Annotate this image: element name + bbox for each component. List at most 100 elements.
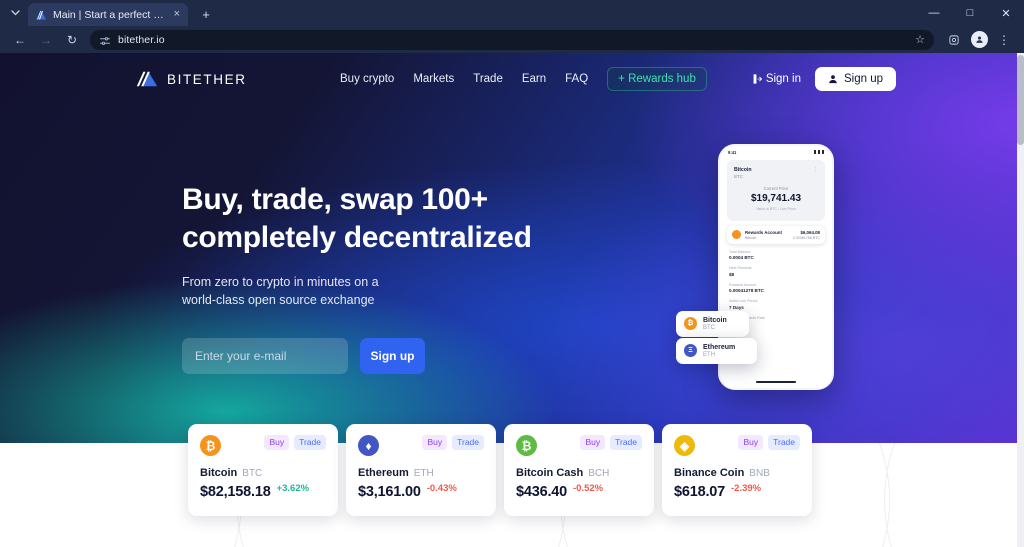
price-card-binance-coin[interactable]: ◈ Buy Trade Binance Coin BNB $618.07 -2.…: [662, 424, 812, 516]
close-icon[interactable]: ×: [172, 9, 182, 20]
hero-subtitle-line2: world-class open source exchange: [182, 292, 375, 307]
coin-symbol: BTC: [242, 468, 263, 479]
maximize-icon[interactable]: □: [952, 0, 988, 26]
coin-identity: Bitcoin Cash BCH: [516, 467, 642, 479]
sign-up-label: Sign up: [843, 73, 883, 85]
phone-rewards-values: $6,064.08 0.30381756 BTC: [793, 230, 820, 240]
hero-signup-button[interactable]: Sign up: [360, 337, 425, 374]
hero-content: Buy, trade, swap 100+ completely decentr…: [182, 181, 532, 374]
phone-current-price-label: Current Price: [763, 186, 789, 191]
bookmark-star-icon[interactable]: ☆: [915, 33, 925, 46]
buy-button[interactable]: Buy: [422, 435, 448, 450]
email-input[interactable]: [182, 337, 348, 374]
address-bar[interactable]: bitether.io ☆: [90, 29, 934, 50]
coin-change: +3.62%: [276, 483, 310, 494]
coin-name: Bitcoin Cash: [516, 467, 584, 479]
more-options-icon[interactable]: ⋮: [813, 167, 818, 173]
floating-card-symbol: BTC: [703, 324, 715, 331]
coin-price: $82,158.18: [200, 484, 271, 500]
phone-price-card: ⋮ Bitcoin BTC Current Price $19,741.43 V…: [727, 160, 825, 221]
sign-up-button[interactable]: Sign up: [814, 67, 896, 91]
brand-logo[interactable]: BITETHER: [136, 71, 247, 87]
buy-button[interactable]: Buy: [580, 435, 606, 450]
nav-item-buy-crypto[interactable]: Buy crypto: [340, 73, 394, 85]
chrome-menu-icon[interactable]: ⋮: [992, 29, 1016, 51]
floating-card-name: Bitcoin: [703, 317, 727, 324]
phone-rewards-row[interactable]: Rewards Account Bitcoin $6,064.08 0.3038…: [727, 226, 825, 244]
coin-identity: Binance Coin BNB: [674, 467, 800, 479]
back-icon[interactable]: ←: [8, 29, 32, 51]
nav-item-trade[interactable]: Trade: [473, 73, 503, 85]
floating-card-bitcoin[interactable]: ₿ Bitcoin BTC: [676, 311, 749, 337]
coin-symbol: BNB: [749, 468, 770, 479]
price-card-bitcoin-cash[interactable]: ₿ Buy Trade Bitcoin Cash BCH $436.40 -0.…: [504, 424, 654, 516]
price-card-actions: Buy Trade: [580, 435, 642, 450]
ethereum-icon: Ξ: [684, 344, 697, 358]
bitcoin-icon: ₿: [684, 317, 697, 331]
decorative-arc: [884, 443, 1024, 547]
trade-button[interactable]: Trade: [610, 435, 642, 450]
coin-name: Ethereum: [358, 467, 409, 479]
tab-title: Main | Start a perfect journey: [53, 8, 166, 21]
coin-price-row: $618.07 -2.39%: [674, 483, 800, 500]
price-card-header: ◈ Buy Trade: [674, 435, 800, 456]
tab-strip: Main | Start a perfect journey × + — □ ✕: [0, 0, 1024, 26]
user-icon: [829, 75, 837, 84]
ethereum-icon: ♦: [358, 435, 379, 456]
extensions-icon[interactable]: [942, 29, 966, 51]
nav-item-earn[interactable]: Earn: [522, 73, 546, 85]
binance-coin-icon: ◈: [674, 435, 695, 456]
site-navbar: BITETHER Buy crypto Markets Trade Earn F…: [0, 53, 1024, 105]
buy-button[interactable]: Buy: [264, 435, 290, 450]
sign-in-button[interactable]: Sign in: [753, 73, 801, 85]
bitether-logo-icon: [34, 8, 47, 21]
price-card-bitcoin[interactable]: ₿ Buy Trade Bitcoin BTC $82,158.18 +3.62…: [188, 424, 338, 516]
buy-button[interactable]: Buy: [738, 435, 764, 450]
bitcoin-icon: ₿: [200, 435, 221, 456]
profile-avatar[interactable]: [967, 29, 991, 51]
browser-tab[interactable]: Main | Start a perfect journey ×: [28, 3, 188, 26]
forward-icon[interactable]: →: [34, 29, 58, 51]
minimize-icon[interactable]: —: [916, 0, 952, 26]
phone-rewards-labels: Rewards Account Bitcoin: [745, 230, 789, 240]
coin-price-row: $3,161.00 -0.43%: [358, 483, 484, 500]
phone-rewards-value: $6,064.08: [800, 230, 820, 235]
phone-price-note: Value is BTC / Live Price: [756, 207, 796, 211]
phone-coin-symbol: BTC: [734, 174, 743, 179]
phone-field-label: Total Balance: [729, 249, 751, 254]
coin-price: $618.07: [674, 484, 726, 500]
nav-item-faq[interactable]: FAQ: [565, 73, 588, 85]
hero-subtitle-line1: From zero to crypto in minutes on a: [182, 275, 379, 289]
phone-field-value: $8: [729, 271, 735, 277]
floating-card-ethereum[interactable]: Ξ Ethereum ETH: [676, 338, 758, 364]
price-card-ethereum[interactable]: ♦ Buy Trade Ethereum ETH $3,161.00 -0.43…: [346, 424, 496, 516]
window-close-icon[interactable]: ✕: [988, 0, 1024, 26]
new-tab-button[interactable]: +: [196, 5, 216, 23]
tune-icon[interactable]: [99, 34, 111, 46]
nav-item-rewards-hub[interactable]: + Rewards hub: [607, 67, 707, 91]
reload-icon[interactable]: ↻: [60, 29, 84, 51]
trade-button[interactable]: Trade: [452, 435, 484, 450]
coin-identity: Bitcoin BTC: [200, 467, 326, 479]
coin-change: -0.43%: [426, 483, 457, 494]
floating-card-text: Ethereum ETH: [703, 344, 735, 358]
trade-button[interactable]: Trade: [768, 435, 800, 450]
tab-search-button[interactable]: [4, 3, 26, 23]
phone-field: Next Rewards $8: [729, 266, 823, 277]
coin-symbol: BCH: [588, 468, 610, 479]
trade-button[interactable]: Trade: [294, 435, 326, 450]
coin-price: $436.40: [516, 484, 568, 500]
avatar: [970, 31, 988, 48]
phone-field-label: Next Rewards: [729, 266, 752, 270]
phone-rewards-subtitle: Bitcoin: [745, 235, 757, 240]
bitether-logo-icon: [136, 71, 158, 87]
hero-heading-line2: completely decentralized: [182, 220, 532, 254]
browser-window: Main | Start a perfect journey × + — □ ✕…: [0, 0, 1024, 547]
bitcoin-icon: [732, 230, 741, 240]
nav-item-markets[interactable]: Markets: [413, 73, 454, 85]
coin-price-row: $436.40 -0.52%: [516, 483, 642, 500]
price-card-actions: Buy Trade: [738, 435, 800, 450]
coin-price-row: $82,158.18 +3.62%: [200, 483, 326, 500]
floating-card-symbol: ETH: [703, 351, 715, 358]
browser-toolbar: ← → ↻ bitether.io ☆ ⋮: [0, 26, 1024, 53]
